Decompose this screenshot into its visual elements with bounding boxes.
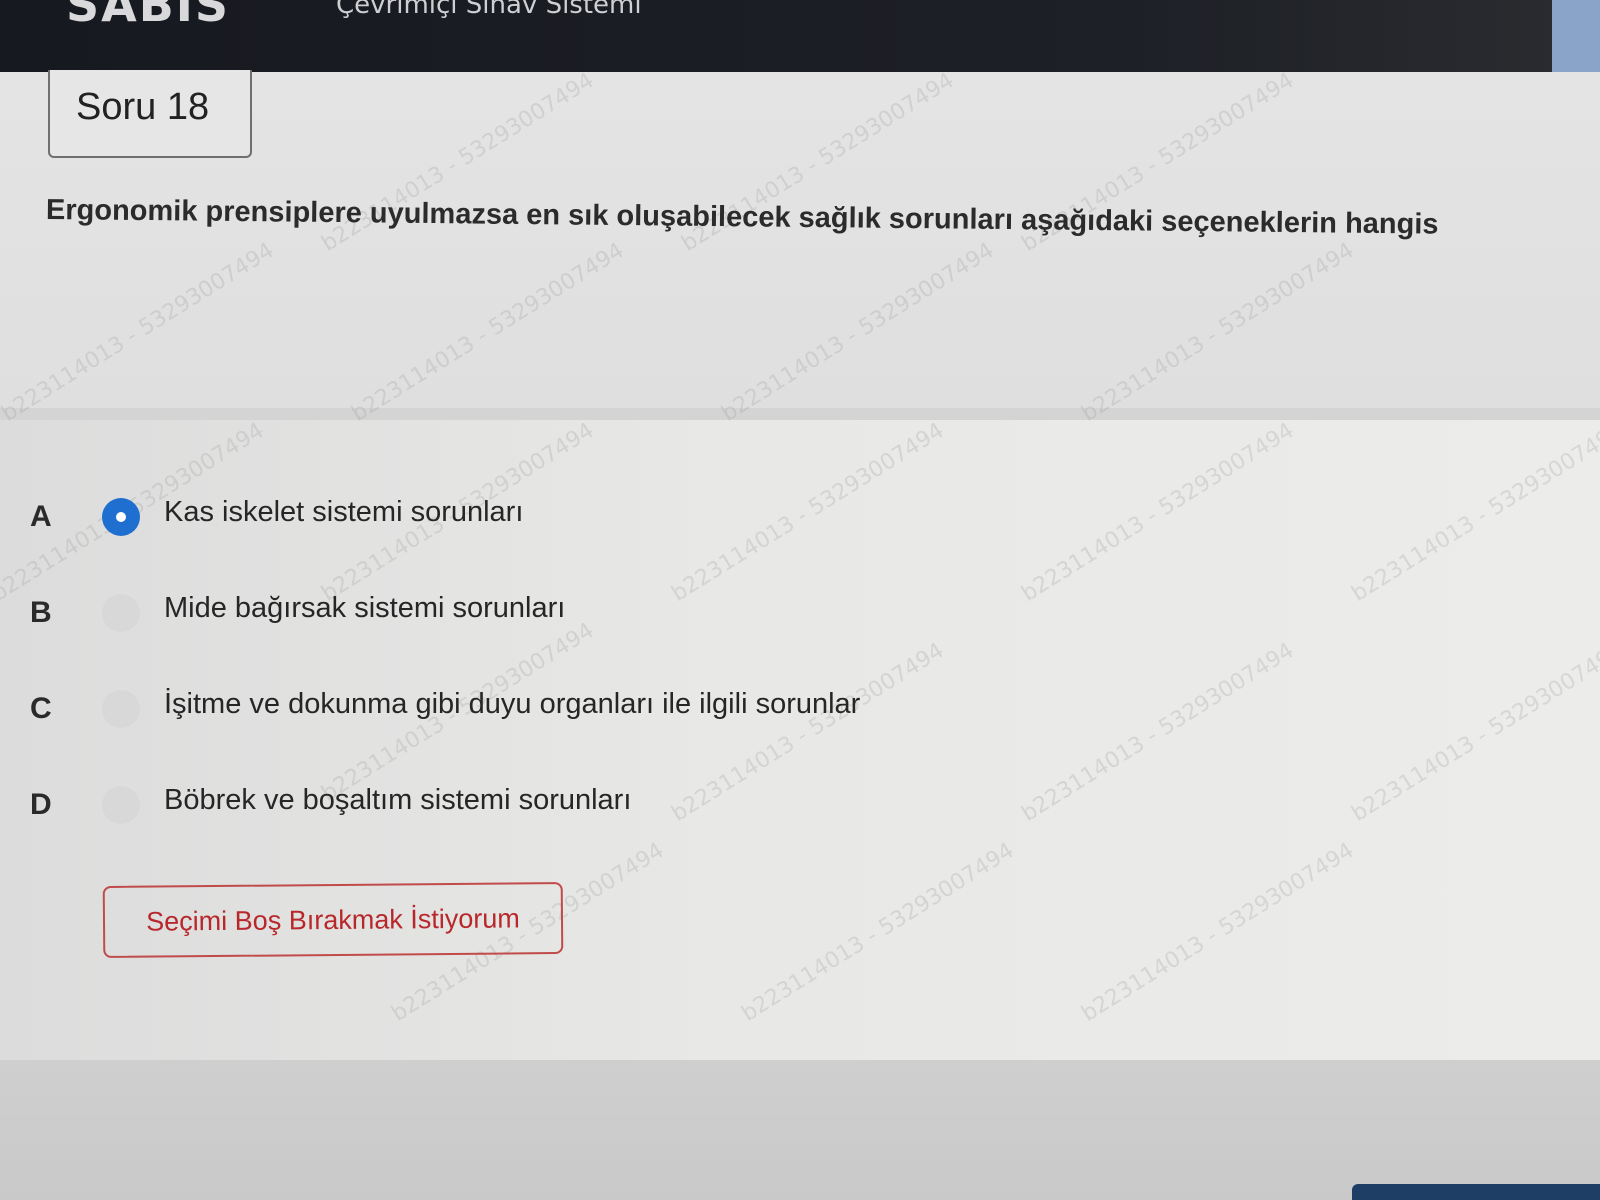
option-label: Mide bağırsak sistemi sorunları (164, 592, 566, 624)
option-label: İşitme ve dokunma gibi duyu organları il… (164, 688, 861, 720)
radio-unselected-icon[interactable] (102, 786, 140, 824)
option-label: Kas iskelet sistemi sorunları (164, 496, 524, 528)
option-c[interactable]: C İşitme ve dokunma gibi duyu organları … (30, 684, 1030, 734)
option-letter: A (30, 500, 52, 533)
footer-area (0, 1060, 1600, 1200)
option-d[interactable]: D Böbrek ve boşaltım sistemi sorunları (30, 780, 1030, 830)
footer-button[interactable] (1352, 1184, 1600, 1200)
brand-logo-text: SABIS (66, 0, 231, 32)
option-label: Böbrek ve boşaltım sistemi sorunları (164, 784, 632, 816)
section-divider (0, 408, 1600, 420)
leave-blank-button[interactable]: Seçimi Boş Bırakmak İstiyorum (102, 881, 564, 959)
header-subtitle: Çevrimiçi Sınav Sistemi (336, 0, 642, 20)
radio-selected-icon[interactable] (102, 498, 140, 536)
top-header: SABIS Çevrimiçi Sınav Sistemi (0, 0, 1600, 72)
radio-unselected-icon[interactable] (102, 690, 140, 728)
radio-unselected-icon[interactable] (102, 594, 140, 632)
question-number: Soru 18 (76, 86, 210, 128)
option-letter: B (30, 596, 52, 629)
option-b[interactable]: B Mide bağırsak sistemi sorunları (30, 588, 1030, 638)
option-letter: C (30, 692, 52, 725)
option-a[interactable]: A Kas iskelet sistemi sorunları (30, 492, 1030, 542)
question-number-box: Soru 18 (48, 70, 252, 158)
option-letter: D (30, 788, 52, 821)
